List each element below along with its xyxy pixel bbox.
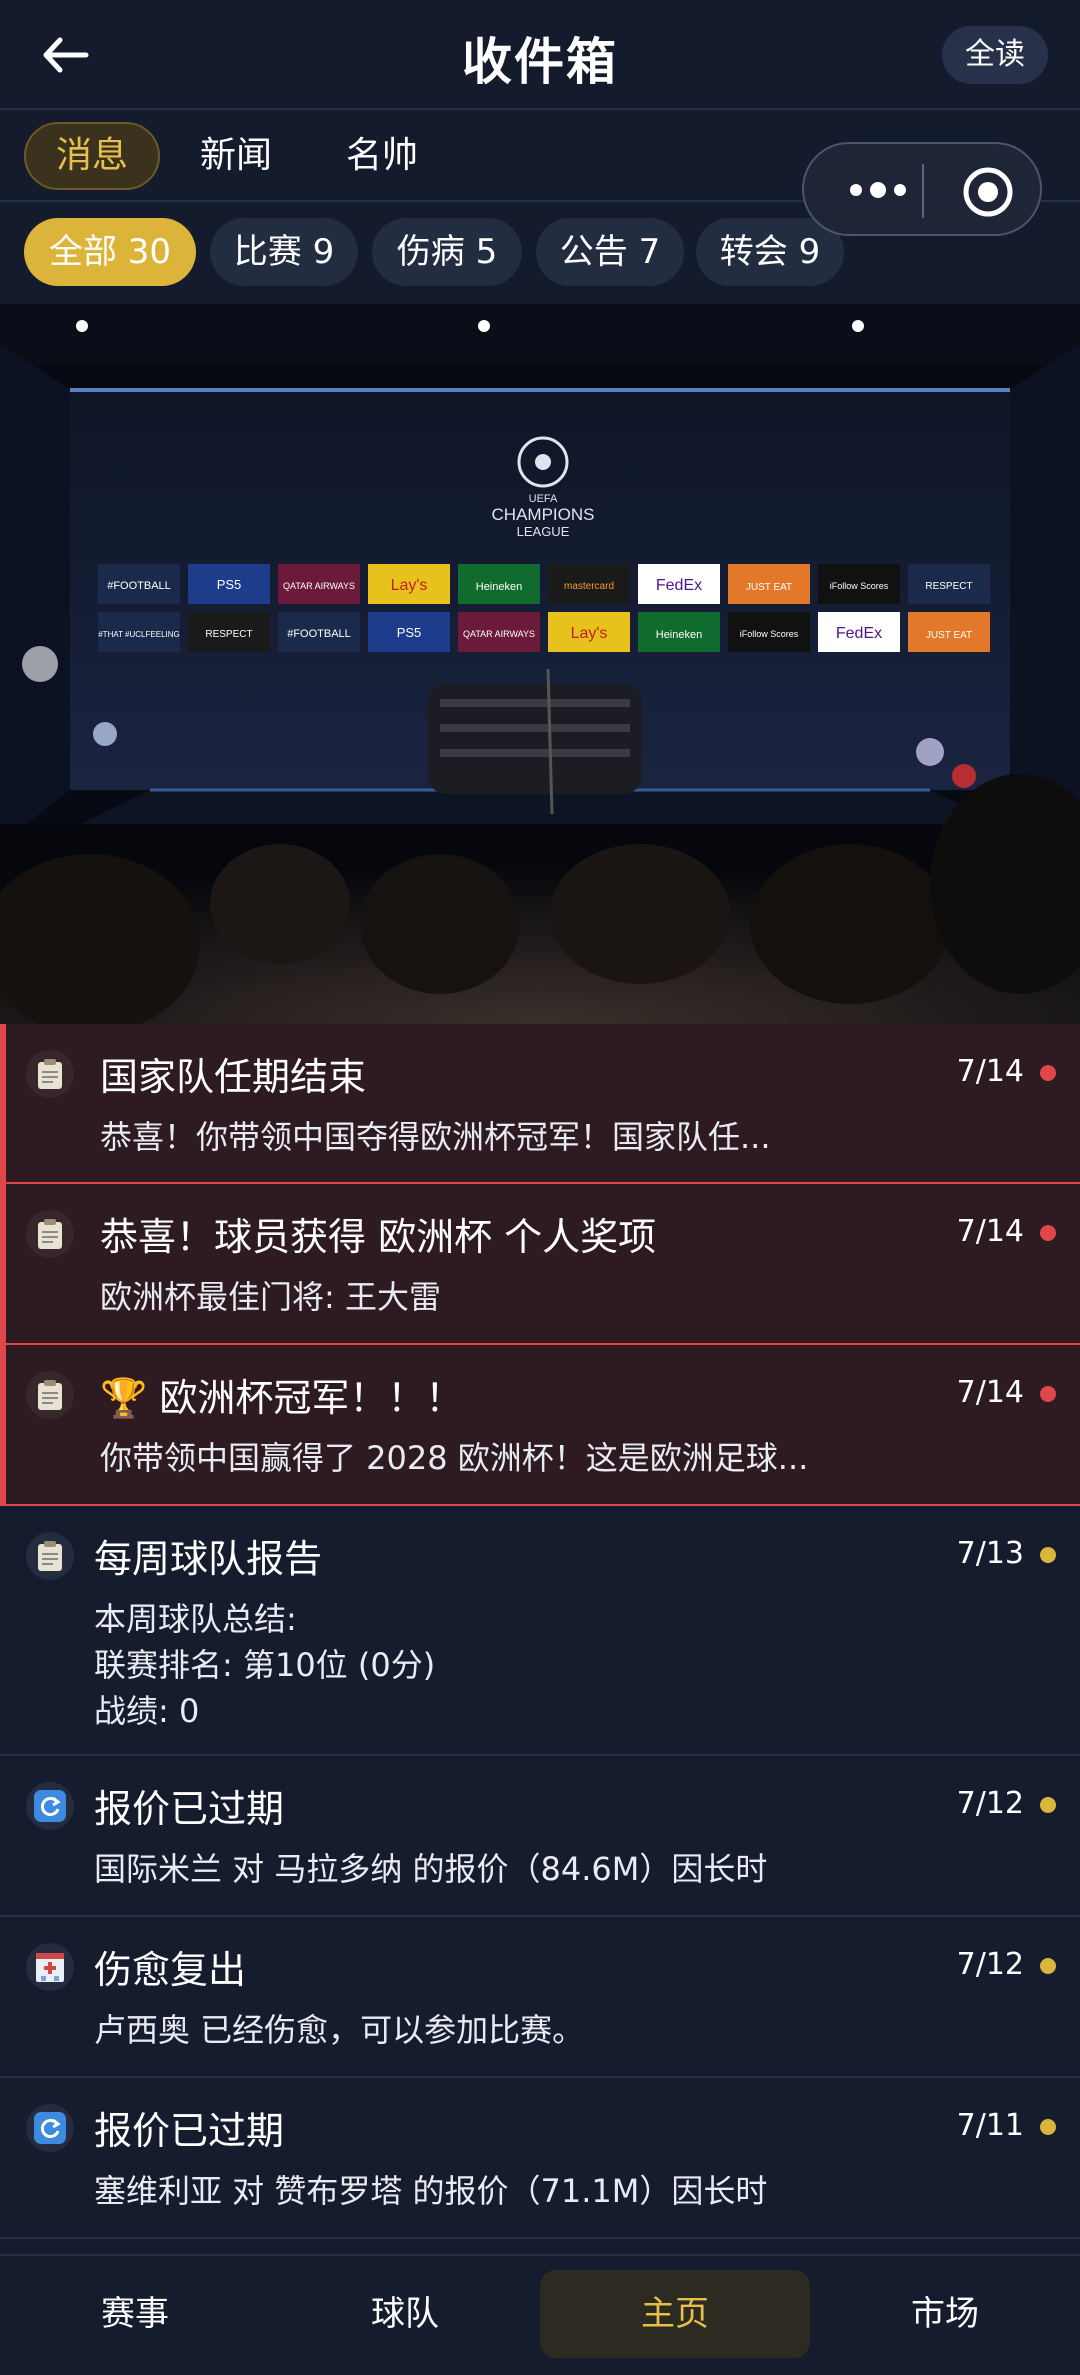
ucl-logo-line-1: UEFA: [529, 493, 558, 505]
list-item[interactable]: 伤愈复出 7/12 卢西奥 已经伤愈，可以参加比赛。: [0, 1917, 1080, 2078]
message-date: 7/12: [956, 1786, 1024, 1821]
nav-item-team[interactable]: 球队: [270, 2270, 540, 2358]
message-date: 7/12: [956, 1947, 1024, 1982]
svg-text:JUST EAT: JUST EAT: [926, 630, 972, 641]
svg-text:Heineken: Heineken: [656, 629, 702, 641]
svg-text:Heineken: Heineken: [476, 581, 522, 593]
svg-text:#FOOTBALL: #FOOTBALL: [107, 580, 171, 592]
message-title: 报价已过期: [94, 2109, 285, 2153]
unread-dot: [1040, 1386, 1056, 1402]
close-target-icon[interactable]: [960, 164, 1016, 220]
message-title: 恭喜！球员获得 欧洲杯 个人奖项: [100, 1215, 657, 1259]
svg-text:#THAT #UCLFEELING: #THAT #UCLFEELING: [98, 630, 180, 639]
nav-item-market[interactable]: 市场: [810, 2270, 1080, 2358]
message-date: 7/11: [956, 2108, 1024, 2143]
svg-text:Lay's: Lay's: [391, 577, 428, 594]
inbox-screen: 收件箱 全读 消息 新闻 名帅 全部 30 比赛 9 伤病 5 公告 7 转会 …: [0, 0, 1080, 2375]
svg-text:QATAR AIRWAYS: QATAR AIRWAYS: [463, 629, 535, 639]
unread-dot: [1040, 1958, 1056, 1974]
clipboard-icon: [26, 1532, 74, 1580]
svg-text:PS5: PS5: [217, 577, 242, 592]
header: 收件箱 全读: [0, 0, 1080, 110]
unread-dot: [1040, 1547, 1056, 1563]
message-title: 国家队任期结束: [100, 1055, 367, 1099]
message-date: 7/14: [956, 1214, 1024, 1249]
message-preview: 你带领中国赢得了 2028 欧洲杯！这是欧洲足球...: [100, 1439, 809, 1477]
filter-chip-all[interactable]: 全部 30: [24, 218, 196, 286]
mini-program-capsule: [802, 142, 1042, 236]
clipboard-icon: [26, 1371, 74, 1419]
list-item[interactable]: 恭喜！球员获得 欧洲杯 个人奖项 7/14 欧洲杯最佳门将: 王大雷: [0, 1184, 1080, 1345]
message-list: 国家队任期结束 7/14 恭喜！你带领中国夺得欧洲杯冠军！国家队任... 恭喜！…: [0, 1024, 1080, 2239]
list-item[interactable]: 报价已过期 7/11 塞维利亚 对 赞布罗塔 的报价（71.1M）因长时: [0, 2078, 1080, 2239]
unread-dot: [1040, 2119, 1056, 2135]
svg-text:Lay's: Lay's: [571, 625, 608, 642]
svg-text:JUST EAT: JUST EAT: [746, 582, 792, 593]
svg-text:QATAR AIRWAYS: QATAR AIRWAYS: [283, 581, 355, 591]
svg-text:PS5: PS5: [397, 625, 422, 640]
svg-text:#FOOTBALL: #FOOTBALL: [287, 628, 351, 640]
unread-dot: [1040, 1225, 1056, 1241]
message-preview: 国际米兰 对 马拉多纳 的报价（84.6M）因长时: [94, 1850, 768, 1888]
filter-chip-transfer[interactable]: 转会 9: [696, 218, 844, 286]
message-preview: 恭喜！你带领中国夺得欧洲杯冠军！国家队任...: [100, 1118, 771, 1156]
message-preview: 本周球队总结: 联赛排名: 第10位 (0分) 战绩: 0: [94, 1600, 436, 1730]
unread-dot: [1040, 1065, 1056, 1081]
nav-item-home[interactable]: 主页: [540, 2270, 810, 2358]
press-conference-illustration: UEFA CHAMPIONS LEAGUE #FOOTBALL PS5 QATA…: [0, 304, 1080, 1024]
clipboard-icon: [26, 1210, 74, 1258]
svg-text:mastercard: mastercard: [564, 581, 614, 592]
filter-chip-match[interactable]: 比赛 9: [210, 218, 358, 286]
message-title: 伤愈复出: [94, 1948, 247, 1992]
message-date: 7/14: [956, 1375, 1024, 1410]
page-title: 收件箱: [462, 33, 618, 91]
bottom-navigation: 赛事 球队 主页 市场: [0, 2254, 1080, 2375]
message-date: 7/14: [956, 1054, 1024, 1089]
message-title: 报价已过期: [94, 1787, 285, 1831]
filter-chip-injury[interactable]: 伤病 5: [372, 218, 522, 286]
message-preview: 卢西奥 已经伤愈，可以参加比赛。: [94, 2011, 585, 2049]
list-item[interactable]: 每周球队报告 7/13 本周球队总结: 联赛排名: 第10位 (0分) 战绩: …: [0, 1506, 1080, 1756]
message-preview: 欧洲杯最佳门将: 王大雷: [100, 1278, 441, 1316]
list-item[interactable]: 🏆 欧洲杯冠军！！！ 7/14 你带领中国赢得了 2028 欧洲杯！这是欧洲足球…: [0, 1345, 1080, 1506]
hospital-icon: [26, 1943, 74, 1991]
nav-item-matches[interactable]: 赛事: [0, 2270, 270, 2358]
clipboard-icon: [26, 1050, 74, 1098]
tab-news[interactable]: 新闻: [196, 122, 276, 190]
list-item[interactable]: 国家队任期结束 7/14 恭喜！你带领中国夺得欧洲杯冠军！国家队任...: [0, 1024, 1080, 1184]
svg-text:iFollow Scores: iFollow Scores: [830, 581, 889, 591]
list-item[interactable]: 报价已过期 7/12 国际米兰 对 马拉多纳 的报价（84.6M）因长时: [0, 1756, 1080, 1917]
message-preview: 塞维利亚 对 赞布罗塔 的报价（71.1M）因长时: [94, 2172, 768, 2210]
svg-text:RESPECT: RESPECT: [925, 581, 972, 592]
svg-text:FedEx: FedEx: [836, 625, 882, 642]
svg-text:iFollow Scores: iFollow Scores: [740, 629, 799, 639]
unread-dot: [1040, 1797, 1056, 1813]
message-title: 🏆 欧洲杯冠军！！！: [100, 1376, 464, 1420]
ucl-logo-line-3: LEAGUE: [517, 524, 570, 539]
read-all-button[interactable]: 全读: [942, 26, 1048, 84]
ucl-logo-line-2: CHAMPIONS: [492, 505, 595, 524]
capsule-divider: [922, 164, 924, 218]
svg-text:RESPECT: RESPECT: [205, 629, 252, 640]
more-dots-icon[interactable]: [838, 170, 918, 210]
refresh-icon: [26, 1782, 74, 1830]
press-room-banner-image: UEFA CHAMPIONS LEAGUE #FOOTBALL PS5 QATA…: [0, 304, 1080, 1024]
refresh-icon: [26, 2104, 74, 2152]
tab-messages[interactable]: 消息: [24, 122, 160, 190]
filter-chip-announcement[interactable]: 公告 7: [536, 218, 684, 286]
message-title: 每周球队报告: [94, 1537, 323, 1581]
message-date: 7/13: [956, 1536, 1024, 1571]
svg-text:FedEx: FedEx: [656, 577, 702, 594]
tab-famous-coaches[interactable]: 名帅: [342, 122, 422, 190]
